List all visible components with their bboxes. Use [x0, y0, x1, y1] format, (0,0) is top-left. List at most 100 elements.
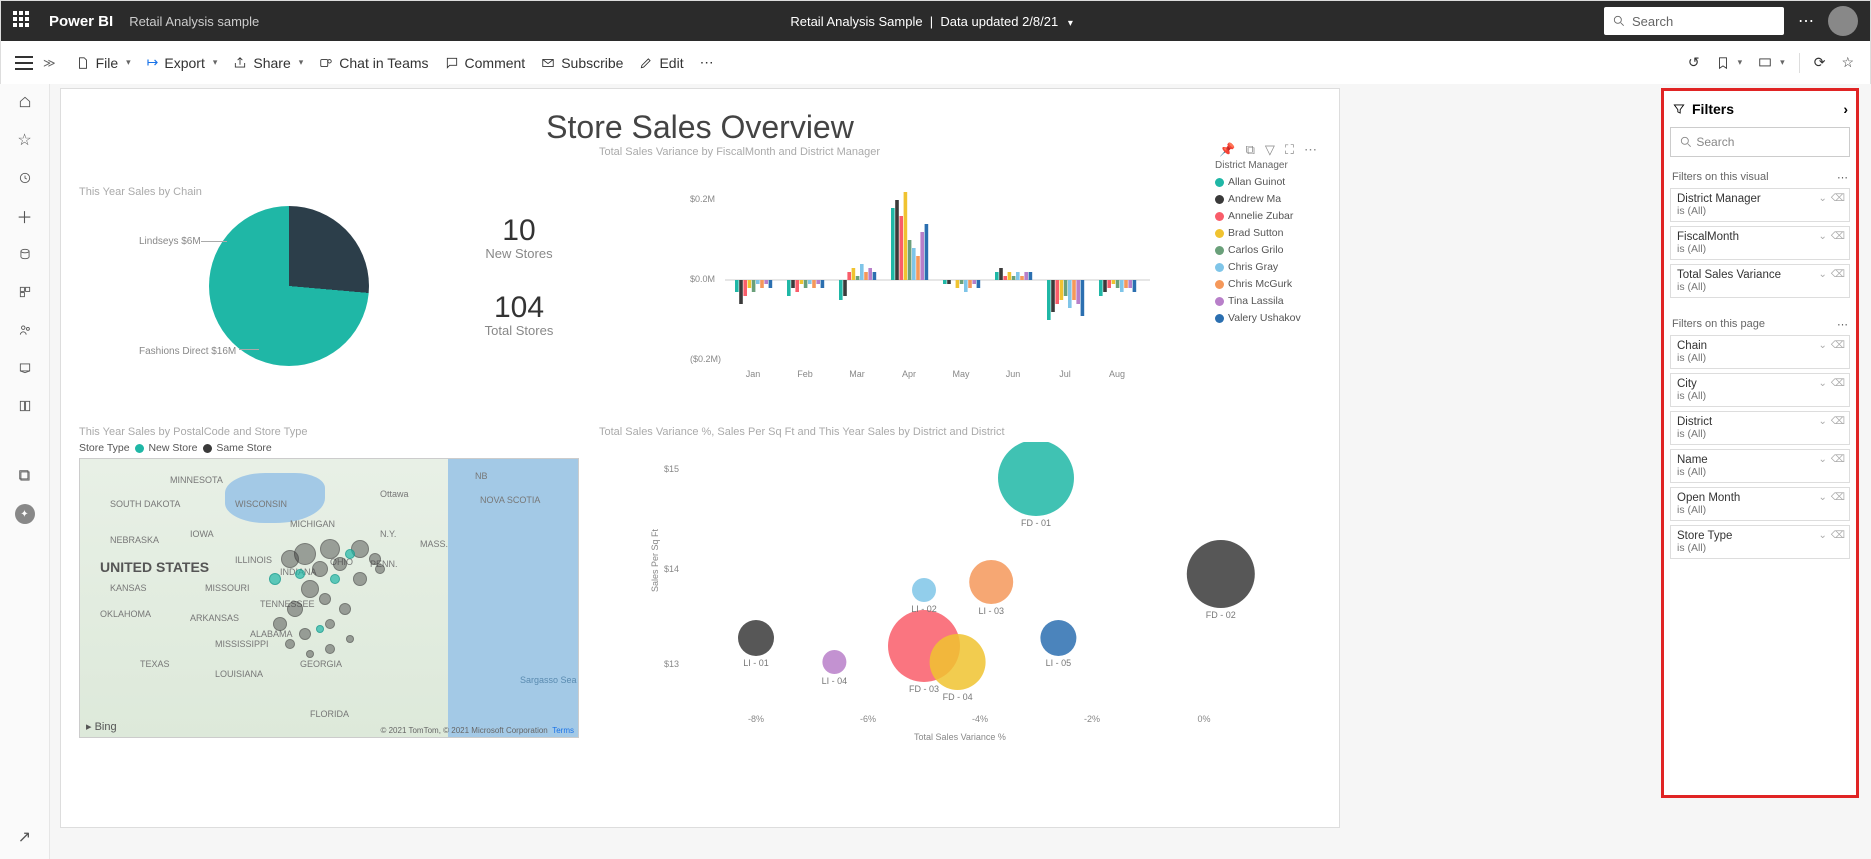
- more-icon[interactable]: ⋯: [1837, 171, 1848, 184]
- copy-icon[interactable]: ⧉: [1246, 142, 1255, 158]
- favorite-icon[interactable]: ☆: [1833, 50, 1862, 75]
- legend-item[interactable]: Annelie Zubar: [1215, 210, 1325, 222]
- map-bubble[interactable]: [312, 561, 328, 577]
- more-options-icon[interactable]: ⋯: [1798, 11, 1814, 31]
- recent-icon[interactable]: [15, 168, 35, 188]
- map-bubble[interactable]: [319, 593, 331, 605]
- favorites-icon[interactable]: ☆: [15, 130, 35, 150]
- legend-item[interactable]: Brad Sutton: [1215, 227, 1325, 239]
- filter-card[interactable]: Open Monthis (All)⌄⌫: [1670, 487, 1850, 521]
- map-bubble[interactable]: [320, 539, 340, 559]
- filter-card[interactable]: District Manageris (All)⌄⌫: [1670, 188, 1850, 222]
- refresh-icon[interactable]: ⟳: [1806, 50, 1834, 75]
- more-toolbar-icon[interactable]: ⋯: [692, 50, 722, 75]
- map-bubble[interactable]: [353, 572, 367, 586]
- create-icon[interactable]: ＋: [15, 206, 35, 226]
- scatter-visual[interactable]: Total Sales Variance %, Sales Per Sq Ft …: [599, 426, 1321, 776]
- map-bubble[interactable]: [287, 601, 303, 617]
- my-workspace-icon[interactable]: [15, 466, 35, 486]
- current-workspace-icon[interactable]: ✦: [15, 504, 35, 524]
- clear-filter-icon[interactable]: ⌫: [1831, 193, 1845, 204]
- map-bubble[interactable]: [294, 543, 316, 565]
- legend-item[interactable]: Andrew Ma: [1215, 193, 1325, 205]
- export-menu[interactable]: ↦Export▾: [139, 50, 226, 75]
- map-bubble[interactable]: [339, 603, 351, 615]
- datasets-icon[interactable]: [15, 244, 35, 264]
- filter-search-input[interactable]: Search: [1670, 127, 1850, 157]
- map-bubble[interactable]: [333, 557, 347, 571]
- learn-icon[interactable]: [15, 358, 35, 378]
- filter-card[interactable]: Cityis (All)⌄⌫: [1670, 373, 1850, 407]
- kpi-card[interactable]: 104 Total Stores: [485, 291, 554, 338]
- apps-icon[interactable]: [15, 282, 35, 302]
- terms-link[interactable]: Terms: [552, 726, 574, 735]
- clear-filter-icon[interactable]: ⌫: [1831, 454, 1845, 465]
- file-menu[interactable]: File▾: [68, 51, 139, 75]
- focus-icon[interactable]: ⛶: [1285, 142, 1294, 158]
- expand-rail-icon[interactable]: ↗: [15, 827, 35, 847]
- legend-item[interactable]: Carlos Grilo: [1215, 244, 1325, 256]
- app-launcher-icon[interactable]: [13, 11, 33, 31]
- chevron-right-icon[interactable]: ›: [1843, 101, 1848, 117]
- clear-filter-icon[interactable]: ⌫: [1831, 416, 1845, 427]
- legend-item[interactable]: Valery Ushakov: [1215, 312, 1325, 324]
- edit-button[interactable]: Edit: [631, 51, 691, 75]
- map-bubble[interactable]: [330, 574, 340, 584]
- collapse-pages-icon[interactable]: ≫: [43, 56, 56, 70]
- map-bubble[interactable]: [325, 644, 335, 654]
- clear-filter-icon[interactable]: ⌫: [1831, 269, 1845, 280]
- map-visual[interactable]: This Year Sales by PostalCode and Store …: [79, 426, 579, 776]
- clear-filter-icon[interactable]: ⌫: [1831, 231, 1845, 242]
- subscribe-button[interactable]: Subscribe: [533, 51, 631, 75]
- filter-card[interactable]: Chainis (All)⌄⌫: [1670, 335, 1850, 369]
- view-icon[interactable]: ▾: [1750, 52, 1793, 74]
- comment-button[interactable]: Comment: [437, 51, 534, 75]
- map-bubble[interactable]: [301, 580, 319, 598]
- map-bubble[interactable]: [285, 639, 295, 649]
- chevron-down-icon[interactable]: ⌄: [1818, 492, 1826, 503]
- chevron-down-icon[interactable]: ⌄: [1818, 269, 1826, 280]
- nav-toggle-icon[interactable]: [15, 56, 33, 70]
- map-bubble[interactable]: [325, 619, 335, 629]
- clear-filter-icon[interactable]: ⌫: [1831, 492, 1845, 503]
- bookmark-icon[interactable]: ▾: [1708, 52, 1751, 74]
- bar-visual[interactable]: 📌 ⧉ ▽ ⛶ ⋯ Total Sales Variance by Fiscal…: [599, 146, 1321, 406]
- map-bubble[interactable]: [345, 549, 355, 559]
- chevron-down-icon[interactable]: ⌄: [1818, 231, 1826, 242]
- map-bubble[interactable]: [316, 625, 324, 633]
- filters-header[interactable]: Filters ›: [1670, 97, 1850, 127]
- map-bubble[interactable]: [269, 573, 281, 585]
- filter-card[interactable]: FiscalMonthis (All)⌄⌫: [1670, 226, 1850, 260]
- legend-item[interactable]: Chris Gray: [1215, 261, 1325, 273]
- filter-icon[interactable]: ▽: [1265, 142, 1275, 158]
- kpi-card[interactable]: 10 New Stores: [485, 214, 552, 261]
- chevron-down-icon[interactable]: ⌄: [1818, 378, 1826, 389]
- global-search-input[interactable]: Search: [1604, 7, 1784, 35]
- map-bubble[interactable]: [299, 628, 311, 640]
- map-canvas[interactable]: UNITED STATES MINNESOTA SOUTH DAKOTA WIS…: [79, 458, 579, 738]
- legend-item[interactable]: Allan Guinot: [1215, 176, 1325, 188]
- home-icon[interactable]: [15, 92, 35, 112]
- legend-item[interactable]: Chris McGurk: [1215, 278, 1325, 290]
- pin-icon[interactable]: 📌: [1219, 142, 1235, 158]
- filter-card[interactable]: Total Sales Varianceis (All)⌄⌫: [1670, 264, 1850, 298]
- clear-filter-icon[interactable]: ⌫: [1831, 378, 1845, 389]
- clear-filter-icon[interactable]: ⌫: [1831, 340, 1845, 351]
- shared-icon[interactable]: [15, 320, 35, 340]
- chevron-down-icon[interactable]: ⌄: [1818, 416, 1826, 427]
- workspaces-icon[interactable]: [15, 396, 35, 416]
- filter-card[interactable]: Districtis (All)⌄⌫: [1670, 411, 1850, 445]
- pie-visual[interactable]: This Year Sales by Chain Lindseys $6M Fa…: [79, 146, 439, 406]
- filter-card[interactable]: Store Typeis (All)⌄⌫: [1670, 525, 1850, 559]
- chevron-down-icon[interactable]: ⌄: [1818, 530, 1826, 541]
- legend-item[interactable]: Tina Lassila: [1215, 295, 1325, 307]
- report-title-center[interactable]: Retail Analysis Sample | Data updated 2/…: [259, 14, 1604, 29]
- chevron-down-icon[interactable]: ⌄: [1818, 193, 1826, 204]
- more-icon[interactable]: ⋯: [1837, 318, 1848, 331]
- user-avatar[interactable]: [1828, 6, 1858, 36]
- filter-card[interactable]: Nameis (All)⌄⌫: [1670, 449, 1850, 483]
- map-bubble[interactable]: [295, 569, 305, 579]
- reset-icon[interactable]: ↺: [1680, 50, 1708, 75]
- chevron-down-icon[interactable]: ⌄: [1818, 454, 1826, 465]
- more-icon[interactable]: ⋯: [1304, 142, 1317, 158]
